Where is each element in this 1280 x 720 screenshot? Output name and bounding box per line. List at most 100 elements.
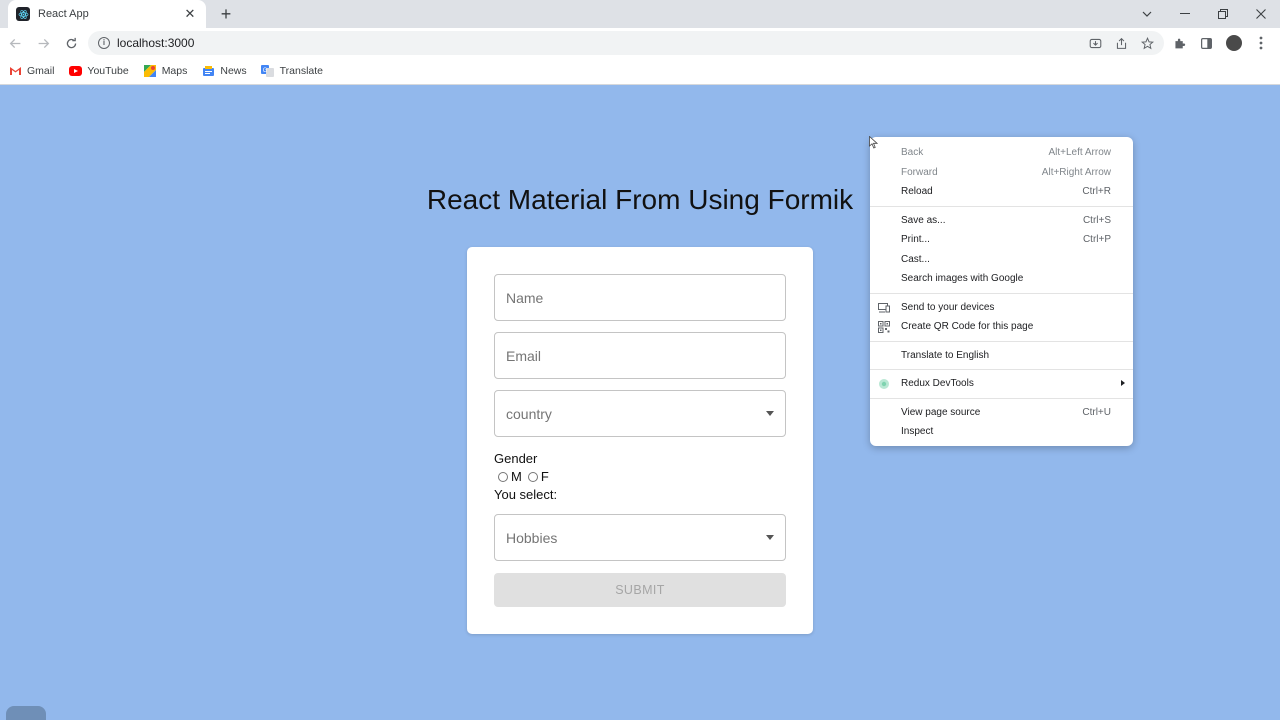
gender-option-f: F xyxy=(540,469,549,484)
bookmark-youtube[interactable]: YouTube xyxy=(68,65,129,77)
ctx-label: Inspect xyxy=(901,426,934,438)
gender-radio-f[interactable] xyxy=(527,471,538,482)
ctx-forward[interactable]: Forward Alt+Right Arrow xyxy=(870,163,1133,183)
hobbies-select[interactable]: Hobbies xyxy=(494,514,786,561)
ctx-reload[interactable]: Reload Ctrl+R xyxy=(870,182,1133,202)
tab-search-icon[interactable] xyxy=(1128,0,1166,28)
send-to-devices-icon xyxy=(878,302,890,314)
tab-bar: React App ✕ + xyxy=(0,0,1280,28)
ctx-search-images[interactable]: Search images with Google xyxy=(870,269,1133,289)
restore-icon[interactable] xyxy=(1204,0,1242,28)
redux-devtools-icon xyxy=(878,378,890,390)
form-card: Name Email country Gender M F You select… xyxy=(467,247,813,634)
menu-separator xyxy=(870,205,1133,207)
ctx-label: Print... xyxy=(901,234,930,246)
mouse-cursor-icon xyxy=(869,135,879,154)
svg-text:G: G xyxy=(263,68,268,74)
floating-widget[interactable] xyxy=(6,706,46,720)
dropdown-caret-icon xyxy=(766,535,774,540)
bookmark-label: Translate xyxy=(279,65,324,77)
ctx-label: Back xyxy=(901,147,924,159)
browser-tab[interactable]: React App ✕ xyxy=(8,0,206,28)
name-input[interactable]: Name xyxy=(494,274,786,321)
bookmark-star-icon[interactable] xyxy=(1134,31,1160,55)
name-placeholder: Name xyxy=(506,289,544,306)
ctx-label: View page source xyxy=(901,406,981,418)
extensions-icon[interactable] xyxy=(1166,30,1193,56)
hobbies-placeholder: Hobbies xyxy=(506,529,558,546)
qr-code-icon xyxy=(878,321,890,333)
address-bar-actions xyxy=(1082,31,1160,55)
bookmark-label: Gmail xyxy=(27,65,55,77)
ctx-send-devices[interactable]: Send to your devices xyxy=(870,298,1133,318)
menu-separator xyxy=(870,397,1133,399)
ctx-label: Cast... xyxy=(901,253,930,265)
bookmark-label: Maps xyxy=(161,65,188,77)
bookmark-label: News xyxy=(220,65,247,77)
minimize-icon[interactable] xyxy=(1166,0,1204,28)
ctx-shortcut: Ctrl+U xyxy=(1082,406,1111,418)
gender-radio-m[interactable] xyxy=(498,471,508,482)
ctx-print[interactable]: Print... Ctrl+P xyxy=(870,230,1133,250)
react-icon xyxy=(16,7,30,21)
ctx-save-as[interactable]: Save as... Ctrl+S xyxy=(870,211,1133,231)
translate-icon: G xyxy=(261,65,275,77)
dropdown-caret-icon xyxy=(766,411,774,416)
menu-separator xyxy=(870,340,1133,342)
you-select-label: You select: xyxy=(494,487,558,502)
ctx-inspect[interactable]: Inspect xyxy=(870,422,1133,442)
email-input[interactable]: Email xyxy=(494,332,786,379)
ctx-translate[interactable]: Translate to English xyxy=(870,346,1133,366)
share-icon[interactable] xyxy=(1108,31,1134,55)
tab-title: React App xyxy=(38,8,89,20)
bookmark-news[interactable]: News xyxy=(201,65,247,77)
news-icon xyxy=(201,65,215,77)
menu-separator xyxy=(870,369,1133,370)
close-tab-icon[interactable]: ✕ xyxy=(182,6,198,22)
ctx-qr-code[interactable]: Create QR Code for this page xyxy=(870,317,1133,337)
ctx-label: Redux DevTools xyxy=(901,378,974,390)
ctx-label: Reload xyxy=(901,186,933,198)
bookmark-label: YouTube xyxy=(87,65,129,77)
bookmark-maps[interactable]: Maps xyxy=(143,65,188,77)
profile-avatar[interactable] xyxy=(1220,30,1247,56)
ctx-shortcut: Alt+Right Arrow xyxy=(1041,166,1111,178)
browser-toolbar: i localhost:3000 xyxy=(0,28,1280,58)
ctx-label: Send to your devices xyxy=(901,301,995,313)
address-bar[interactable]: i localhost:3000 xyxy=(88,31,1164,55)
ctx-label: Create QR Code for this page xyxy=(901,321,1034,333)
reload-icon[interactable] xyxy=(58,30,84,56)
gender-label: Gender xyxy=(494,451,538,466)
install-app-icon[interactable] xyxy=(1082,31,1108,55)
ctx-shortcut: Ctrl+S xyxy=(1082,214,1111,226)
ctx-shortcut: Alt+Left Arrow xyxy=(1048,147,1111,159)
ctx-back[interactable]: Back Alt+Left Arrow xyxy=(870,143,1133,163)
forward-arrow-icon[interactable] xyxy=(30,30,56,56)
ctx-cast[interactable]: Cast... xyxy=(870,250,1133,270)
back-arrow-icon[interactable] xyxy=(2,30,28,56)
bookmarks-bar: Gmail YouTube Maps News G Translate xyxy=(0,58,1280,85)
bookmark-translate[interactable]: G Translate xyxy=(261,65,323,77)
ctx-redux-devtools[interactable]: Redux DevTools xyxy=(870,374,1133,394)
ctx-shortcut: Ctrl+R xyxy=(1082,186,1111,198)
country-select[interactable]: country xyxy=(494,390,786,437)
menu-kebab-icon[interactable] xyxy=(1247,30,1274,56)
email-placeholder: Email xyxy=(506,347,542,364)
youtube-icon xyxy=(68,65,82,77)
side-panel-icon[interactable] xyxy=(1193,30,1220,56)
context-menu: Back Alt+Left Arrow Forward Alt+Right Ar… xyxy=(870,137,1133,446)
close-window-icon[interactable] xyxy=(1242,0,1280,28)
ctx-label: Search images with Google xyxy=(901,273,1024,285)
toolbar-right xyxy=(1166,30,1274,56)
ctx-label: Translate to English xyxy=(901,349,990,361)
new-tab-icon[interactable]: + xyxy=(216,4,236,24)
ctx-view-source[interactable]: View page source Ctrl+U xyxy=(870,403,1133,423)
page-title: React Material From Using Formik xyxy=(426,184,854,215)
bookmark-gmail[interactable]: Gmail xyxy=(8,65,54,77)
site-info-icon[interactable]: i xyxy=(98,37,110,49)
gender-radio-group: M F xyxy=(498,469,555,484)
ctx-label: Forward xyxy=(901,166,938,178)
menu-separator xyxy=(870,292,1133,294)
window-controls xyxy=(1128,0,1280,28)
submit-button[interactable]: SUBMIT xyxy=(494,573,786,607)
